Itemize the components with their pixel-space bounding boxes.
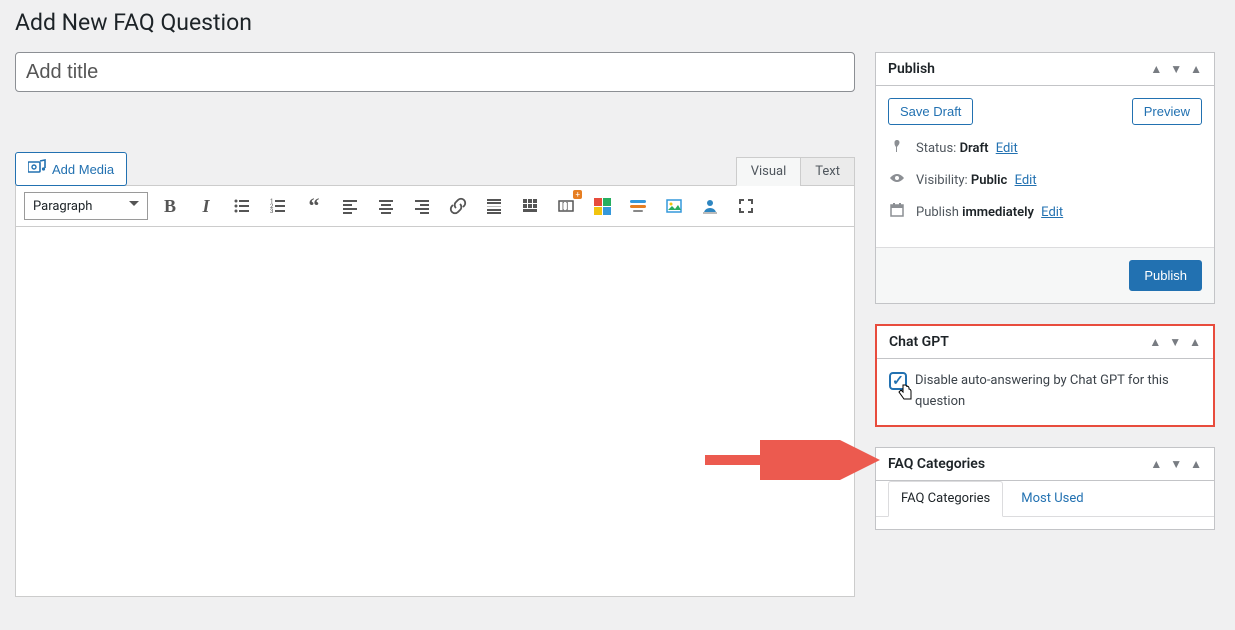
move-up-icon[interactable]: ▲ — [1149, 335, 1161, 349]
preview-button[interactable]: Preview — [1132, 98, 1202, 125]
disable-chatgpt-label: Disable auto-answering by Chat GPT for t… — [915, 371, 1201, 413]
align-right-icon[interactable] — [408, 192, 436, 220]
toggle-panel-icon[interactable]: ▲ — [1190, 457, 1202, 471]
align-left-icon[interactable] — [336, 192, 364, 220]
move-down-icon[interactable]: ▼ — [1170, 62, 1182, 76]
camera-music-icon — [28, 159, 46, 179]
eye-icon — [888, 171, 906, 189]
toggle-panel-icon[interactable]: ▲ — [1190, 62, 1202, 76]
page-title: Add New FAQ Question — [15, 0, 1215, 40]
publish-heading: Publish — [888, 61, 935, 77]
chatgpt-heading: Chat GPT — [889, 334, 949, 350]
svg-text:[ ]: [ ] — [562, 202, 568, 211]
checkbox-checked-icon[interactable] — [889, 372, 907, 390]
read-more-icon[interactable] — [480, 192, 508, 220]
tab-faq-categories[interactable]: FAQ Categories — [888, 481, 1003, 517]
add-media-label: Add Media — [52, 162, 114, 177]
status-line: Status: Draft Edit — [916, 141, 1018, 156]
visibility-line: Visibility: Public Edit — [916, 173, 1037, 188]
svg-text:3: 3 — [270, 208, 273, 215]
italic-icon[interactable]: I — [192, 192, 220, 220]
bullet-list-icon[interactable] — [228, 192, 256, 220]
save-draft-button[interactable]: Save Draft — [888, 98, 973, 125]
pin-icon — [888, 139, 906, 157]
edit-schedule-link[interactable]: Edit — [1041, 205, 1063, 220]
blockquote-icon[interactable]: “ — [300, 192, 328, 220]
move-down-icon[interactable]: ▼ — [1170, 457, 1182, 471]
editor-toolbar: Paragraph B I 123 “ — [15, 185, 855, 227]
move-up-icon[interactable]: ▲ — [1150, 62, 1162, 76]
main-column: Add Media Visual Text Paragraph B I — [15, 52, 855, 597]
faq-categories-heading: FAQ Categories — [888, 456, 985, 472]
link-icon[interactable] — [444, 192, 472, 220]
post-title-input[interactable] — [15, 52, 855, 92]
divider-styles-icon[interactable] — [624, 192, 652, 220]
move-down-icon[interactable]: ▼ — [1169, 335, 1181, 349]
tab-text[interactable]: Text — [800, 157, 855, 186]
calendar-icon — [888, 203, 906, 221]
cursor-hand-icon — [897, 383, 913, 410]
tab-visual[interactable]: Visual — [736, 157, 802, 186]
publish-button[interactable]: Publish — [1129, 260, 1202, 291]
chatgpt-box: Chat GPT ▲ ▼ ▲ Disable auto- — [875, 324, 1215, 427]
toggle-panel-icon[interactable]: ▲ — [1189, 335, 1201, 349]
user-icon[interactable] — [696, 192, 724, 220]
toolbar-toggle-icon[interactable] — [516, 192, 544, 220]
align-center-icon[interactable] — [372, 192, 400, 220]
blocks-icon[interactable] — [588, 192, 616, 220]
edit-status-link[interactable]: Edit — [996, 141, 1018, 156]
sidebar: Publish ▲ ▼ ▲ Save Draft Preview — [875, 52, 1215, 597]
fullscreen-icon[interactable] — [732, 192, 760, 220]
tab-most-used[interactable]: Most Used — [1021, 481, 1083, 516]
move-up-icon[interactable]: ▲ — [1150, 457, 1162, 471]
shortcode-icon[interactable]: [ ] + — [552, 192, 580, 220]
add-media-button[interactable]: Add Media — [15, 152, 127, 186]
image-icon[interactable] — [660, 192, 688, 220]
publish-box: Publish ▲ ▼ ▲ Save Draft Preview — [875, 52, 1215, 304]
content-editor[interactable] — [15, 227, 855, 597]
faq-categories-box: FAQ Categories ▲ ▼ ▲ FAQ Categories Most… — [875, 447, 1215, 530]
schedule-line: Publish immediately Edit — [916, 205, 1063, 220]
format-dropdown[interactable]: Paragraph — [24, 192, 148, 220]
bold-icon[interactable]: B — [156, 192, 184, 220]
numbered-list-icon[interactable]: 123 — [264, 192, 292, 220]
editor-mode-tabs: Visual Text — [737, 157, 855, 186]
edit-visibility-link[interactable]: Edit — [1015, 173, 1037, 188]
disable-chatgpt-option[interactable]: Disable auto-answering by Chat GPT for t… — [889, 371, 1201, 413]
